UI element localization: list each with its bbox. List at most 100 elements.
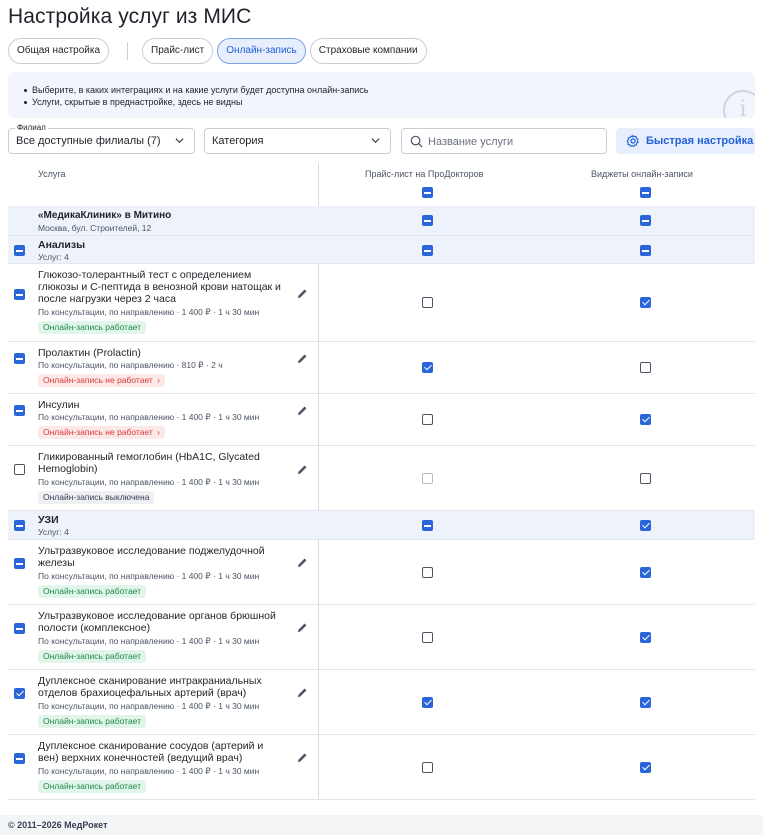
group-checkbox[interactable]: [14, 520, 25, 531]
group-checkbox[interactable]: [14, 245, 25, 256]
service-name: Инсулин: [38, 399, 80, 411]
service-name: Гликированный гемоглобин (HbA1C, Glycate…: [38, 451, 260, 475]
tabs: Общая настройка Прайс-лист Онлайн-запись…: [8, 38, 431, 64]
table-row: Дуплексное сканирование сосудов (артерий…: [8, 735, 755, 800]
service-checkbox[interactable]: [14, 688, 25, 699]
service-price-checkbox[interactable]: [422, 414, 433, 425]
pencil-icon[interactable]: [297, 622, 308, 633]
clinic-price-checkbox[interactable]: [422, 215, 433, 226]
service-name: Пролактин (Prolactin): [38, 347, 141, 359]
tab-price-list[interactable]: Прайс-лист: [142, 38, 214, 64]
service-checkbox[interactable]: [14, 464, 25, 475]
service-meta: По консультации, по направлению · 1 400 …: [38, 477, 260, 487]
table-row: Инсулин По консультации, по направлению …: [8, 394, 755, 446]
header-widget-checkbox[interactable]: [640, 187, 651, 198]
status-badge[interactable]: Онлайн-запись не работает ›: [38, 426, 165, 439]
service-price-checkbox[interactable]: [422, 567, 433, 578]
gear-icon: [626, 134, 639, 148]
service-widget-checkbox[interactable]: [640, 297, 651, 308]
service-checkbox[interactable]: [14, 558, 25, 569]
group-name: УЗИ: [38, 514, 59, 526]
service-meta: По консультации, по направлению · 810 ₽ …: [38, 360, 223, 370]
service-price-checkbox[interactable]: [422, 762, 433, 773]
service-checkbox[interactable]: [14, 623, 25, 634]
status-badge[interactable]: Онлайн-запись не работает ›: [38, 374, 165, 387]
footer: © 2011–2026 МедРокет: [0, 815, 763, 835]
tab-divider: [127, 42, 129, 60]
service-price-checkbox[interactable]: [422, 362, 433, 373]
group-count: Услуг: 4: [38, 527, 69, 537]
chevron-down-icon: [175, 138, 184, 144]
table-row: Гликированный гемоглобин (HbA1C, Glycate…: [8, 446, 755, 511]
pencil-icon[interactable]: [297, 752, 308, 763]
clinic-address: Москва, бул. Строителей, 12: [38, 223, 152, 233]
service-widget-checkbox[interactable]: [640, 762, 651, 773]
service-price-checkbox[interactable]: [422, 632, 433, 643]
page-title: Настройка услуг из МИС: [8, 5, 252, 28]
pencil-icon[interactable]: [297, 353, 308, 364]
quick-setup-label: Быстрая настройка: [646, 135, 754, 147]
tab-insurance[interactable]: Страховые компании: [309, 38, 427, 64]
info-line: Услуги, скрытые в преднастройке, здесь н…: [24, 96, 755, 108]
pencil-icon[interactable]: [297, 464, 308, 475]
group-name: Анализы: [38, 239, 86, 251]
service-checkbox[interactable]: [14, 289, 25, 300]
status-badge: Онлайн-запись работает: [38, 715, 147, 728]
service-price-checkbox[interactable]: [422, 297, 433, 308]
service-widget-checkbox[interactable]: [640, 697, 651, 708]
header-service: Услуга: [38, 169, 66, 179]
chevron-down-icon: [371, 138, 380, 144]
status-badge: Онлайн-запись работает: [38, 780, 147, 793]
group-price-checkbox[interactable]: [422, 520, 433, 531]
service-widget-checkbox[interactable]: [640, 632, 651, 643]
service-name: Дуплексное сканирование сосудов (артерий…: [38, 740, 264, 764]
search-input[interactable]: [428, 133, 598, 150]
branch-select[interactable]: Филиал Все доступные филиалы (7): [8, 123, 195, 154]
pencil-icon[interactable]: [297, 288, 308, 299]
service-widget-checkbox[interactable]: [640, 414, 651, 425]
service-widget-checkbox[interactable]: [640, 567, 651, 578]
services-table: Услуга Прайс-лист на ПроДокторов Виджеты…: [8, 163, 755, 800]
table-row: Ультразвуковое исследование органов брюш…: [8, 605, 755, 670]
table-row: Ультразвуковое исследование поджелудочно…: [8, 540, 755, 605]
pencil-icon[interactable]: [297, 687, 308, 698]
category-value: Категория: [212, 135, 264, 147]
service-name: Дуплексное сканирование интракраниальных…: [38, 675, 262, 699]
service-meta: По консультации, по направлению · 1 400 …: [38, 701, 260, 711]
service-meta: По консультации, по направлению · 1 400 …: [38, 571, 260, 581]
group-price-checkbox[interactable]: [422, 245, 433, 256]
service-price-checkbox[interactable]: [422, 697, 433, 708]
copyright: © 2011–2026 МедРокет: [8, 820, 108, 830]
service-widget-checkbox[interactable]: [640, 362, 651, 373]
pencil-icon[interactable]: [297, 405, 308, 416]
group-widget-checkbox[interactable]: [640, 245, 651, 256]
info-panel: Выберите, в каких интеграциях и на какие…: [8, 72, 755, 118]
table-header: Услуга Прайс-лист на ПроДокторов Виджеты…: [8, 163, 755, 206]
service-checkbox[interactable]: [14, 753, 25, 764]
table-row: Дуплексное сканирование интракраниальных…: [8, 670, 755, 735]
category-select[interactable]: Категория: [204, 128, 391, 154]
group-widget-checkbox[interactable]: [640, 520, 651, 531]
service-meta: По консультации, по направлению · 1 400 …: [38, 766, 260, 776]
status-badge: Онлайн-запись работает: [38, 585, 147, 598]
clinic-row: «МедикаКлиник» в Митино Москва, бул. Стр…: [8, 206, 755, 236]
status-badge: Онлайн-запись работает: [38, 321, 147, 334]
service-checkbox[interactable]: [14, 405, 25, 416]
pencil-icon[interactable]: [297, 557, 308, 568]
service-meta: По консультации, по направлению · 1 400 …: [38, 307, 260, 317]
service-name: Глюкозо-толерантный тест с определением …: [38, 269, 281, 305]
service-widget-checkbox[interactable]: [640, 473, 651, 484]
status-badge: Онлайн-запись работает: [38, 650, 147, 663]
service-checkbox[interactable]: [14, 353, 25, 364]
group-row: УЗИ Услуг: 4: [8, 511, 755, 540]
header-widget: Виджеты онлайн-записи: [591, 169, 693, 179]
clinic-widget-checkbox[interactable]: [640, 215, 651, 226]
quick-setup-button[interactable]: Быстрая настройка: [616, 128, 755, 154]
tab-online-booking[interactable]: Онлайн-запись: [217, 38, 306, 64]
service-price-checkbox[interactable]: [422, 473, 433, 484]
header-price-checkbox[interactable]: [422, 187, 433, 198]
service-name: Ультразвуковое исследование органов брюш…: [38, 610, 276, 634]
tab-general[interactable]: Общая настройка: [8, 38, 110, 64]
branch-value: Все доступные филиалы (7): [16, 135, 161, 147]
table-row: Глюкозо-толерантный тест с определением …: [8, 264, 755, 342]
